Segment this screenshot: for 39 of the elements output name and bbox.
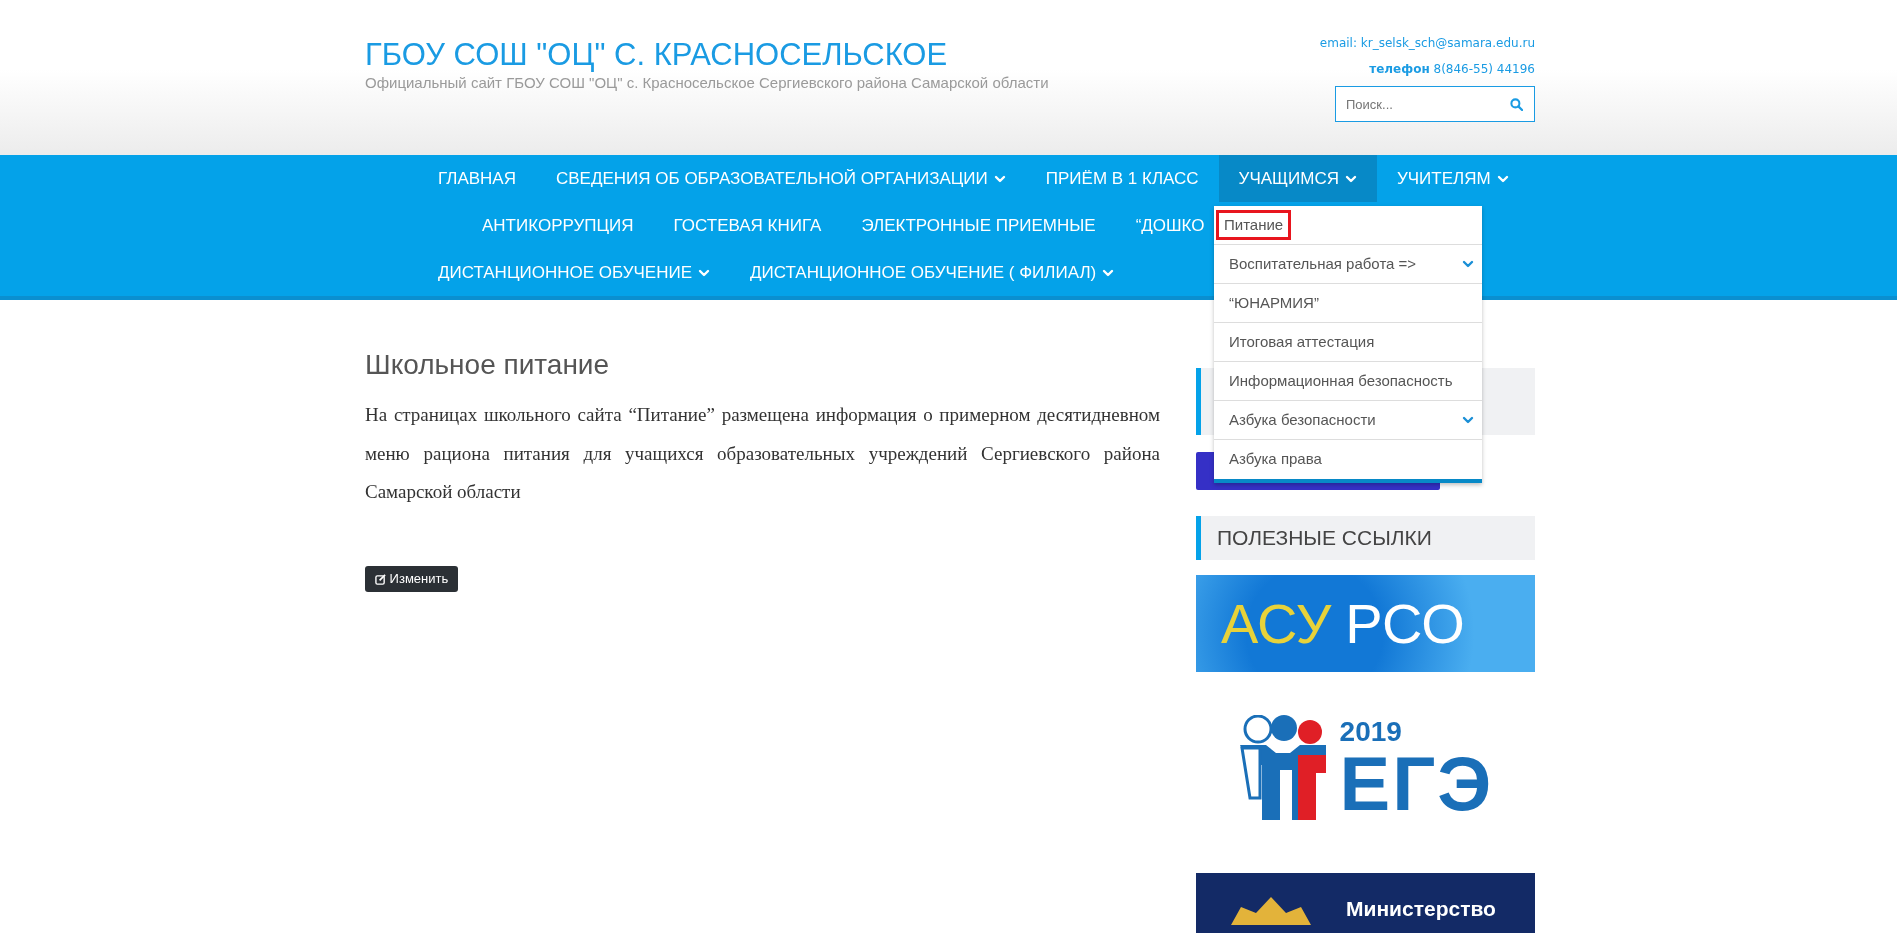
widget-title: ПОЛЕЗНЫЕ ССЫЛКИ xyxy=(1196,516,1535,560)
pitanie-link[interactable]: Питание xyxy=(636,403,707,425)
nav-item[interactable]: ДИСТАНЦИОННОЕ ОБУЧЕНИЕ ( ФИЛИАЛ) xyxy=(730,249,1135,296)
search-field[interactable]: Поиск... xyxy=(1335,86,1535,122)
dropdown-item[interactable]: “ЮНАРМИЯ” xyxy=(1214,284,1482,323)
article-title: Школьное питание xyxy=(365,348,611,382)
dropdown-item[interactable]: Информационная безопасность xyxy=(1214,362,1482,401)
ege-banner[interactable]: 2019 ЕГЭ xyxy=(1196,700,1535,840)
year-text: 2019 xyxy=(1339,718,1403,746)
nav-item[interactable]: ЭЛЕКТРОННЫЕ ПРИЕМНЫЕ xyxy=(841,202,1116,249)
nav-item[interactable]: ГЛАВНАЯ xyxy=(418,155,536,202)
nav-item[interactable]: УЧИТЕЛЯМ xyxy=(1376,155,1529,202)
email-text: email: kr_selsk_sch@samara.edu.ru xyxy=(1319,35,1535,52)
nav-item[interactable]: ПРИЁМ В 1 КЛАСС xyxy=(1025,155,1219,202)
nav-item[interactable]: ГОСТЕВАЯ КНИГА xyxy=(653,202,842,249)
ministry-text: Министерство xyxy=(1346,896,1496,922)
search-icon[interactable] xyxy=(1510,98,1523,111)
banner-text: РСО xyxy=(1345,590,1465,657)
dropdown-item[interactable]: Воспитательная работа => xyxy=(1214,245,1482,284)
chevron-down-icon xyxy=(1462,414,1474,426)
site-subtitle: Официальный сайт ГБОУ СОШ "ОЦ" с. Красносельское Сергиевского района Самарской области xyxy=(365,73,1049,94)
nav-item[interactable]: УЧАЩИМСЯ xyxy=(1218,155,1377,202)
nav-item[interactable]: АНТИКОРРУПЦИЯ xyxy=(462,202,654,249)
ege-text: ЕГЭ xyxy=(1339,746,1494,822)
banner-text: АСУ xyxy=(1221,590,1332,657)
edit-icon xyxy=(375,574,386,586)
chevron-down-icon xyxy=(1462,258,1474,270)
phone-text: телефон 8(846-55) 44196 xyxy=(1369,61,1535,78)
nav-item[interactable]: СВЕДЕНИЯ ОБ ОБРАЗОВАТЕЛЬНОЙ ОРГАНИЗАЦИИ xyxy=(536,155,1026,202)
site-title[interactable]: ГБОУ СОШ "ОЦ" С. КРАСНОСЕЛЬСКОЕ xyxy=(365,0,1049,73)
edit-button[interactable]: Изменить xyxy=(365,566,459,592)
dropdown-item[interactable]: Азбука права xyxy=(1214,440,1482,479)
ministry-banner[interactable]: Министерство xyxy=(1196,873,1535,933)
asu-banner[interactable]: АСУ РСО xyxy=(1196,575,1535,672)
dropdown-item[interactable]: Азбука безопасности xyxy=(1214,401,1482,440)
dropdown-item[interactable]: Питание xyxy=(1214,206,1482,245)
article-paragraph: На страницах школьного сайта “Питание” размещена информация о примерном десятидневном меню рациона питания для учащихся образовательных учреждений Сергиевского района Самарской области xyxy=(365,402,1160,505)
nav-item[interactable]: ДИСТАНЦИОННОЕ ОБУЧЕНИЕ xyxy=(418,249,731,296)
dropdown-item[interactable]: Итоговая аттестация xyxy=(1214,323,1482,362)
